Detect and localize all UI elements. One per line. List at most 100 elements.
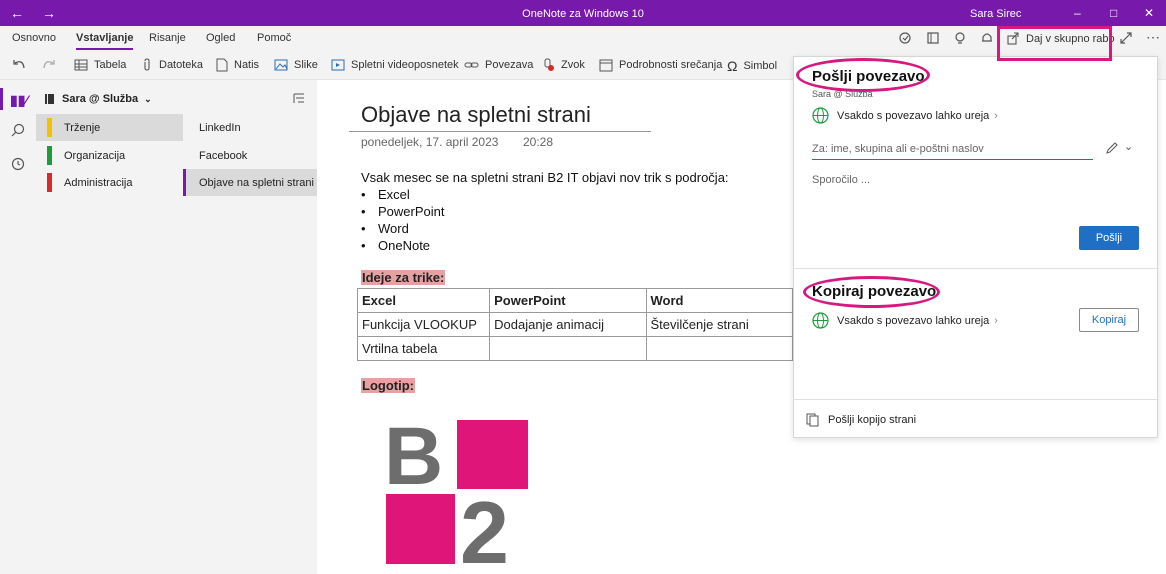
record-audio-button[interactable]: Zvok bbox=[541, 58, 585, 72]
undo-icon[interactable] bbox=[11, 57, 27, 76]
send-button[interactable]: Pošlji bbox=[1079, 226, 1139, 250]
table-header-cell[interactable]: Excel bbox=[356, 288, 491, 313]
tab-risanje[interactable]: Risanje bbox=[149, 32, 186, 44]
permission-text: Vsakdo s povezavo lahko ureja bbox=[837, 109, 990, 122]
table-header-row: Excel PowerPoint Word bbox=[356, 288, 794, 313]
notebook-icon bbox=[44, 93, 55, 108]
minimize-icon[interactable]: – bbox=[1074, 6, 1081, 20]
section-item-organizacija[interactable]: Organizacija bbox=[36, 142, 183, 169]
meeting-details-button[interactable]: Podrobnosti srečanja bbox=[599, 58, 722, 72]
bullet-item[interactable]: PowerPoint bbox=[361, 204, 445, 219]
pencil-icon[interactable] bbox=[1105, 141, 1119, 158]
chevron-right-icon: › bbox=[994, 314, 998, 327]
page-list: LinkedIn Facebook Objave na spletni stra… bbox=[183, 114, 317, 574]
table-cell[interactable] bbox=[645, 336, 794, 361]
bullet-item[interactable]: Excel bbox=[361, 187, 410, 202]
permission-text: Vsakdo s povezavo lahko ureja bbox=[837, 314, 990, 327]
navigation-bar: ▮▮⁄ bbox=[0, 80, 36, 574]
globe-icon bbox=[812, 107, 829, 124]
close-icon[interactable]: ✕ bbox=[1144, 6, 1154, 20]
table-row: Funkcija VLOOKUP Dodajanje animacij Štev… bbox=[356, 312, 794, 337]
copy-permission-link[interactable]: Vsakdo s povezavo lahko ureja › bbox=[812, 312, 998, 329]
table-header-cell[interactable]: Word bbox=[645, 288, 794, 313]
table-cell[interactable]: Funkcija VLOOKUP bbox=[356, 312, 491, 337]
table-cell[interactable]: Vrtilna tabela bbox=[356, 336, 491, 361]
ideas-table[interactable]: Excel PowerPoint Word Funkcija VLOOKUP D… bbox=[356, 288, 794, 361]
copy-button[interactable]: Kopiraj bbox=[1079, 308, 1139, 332]
insert-online-video-button[interactable]: Spletni videoposnetek bbox=[331, 58, 459, 72]
section-color-tab bbox=[47, 118, 52, 137]
insert-link-button[interactable]: Povezava bbox=[464, 58, 533, 72]
table-icon bbox=[74, 59, 88, 71]
insert-table-button[interactable]: Tabela bbox=[74, 58, 126, 72]
tab-ogled[interactable]: Ogled bbox=[206, 32, 235, 44]
menu-bar: Osnovno Vstavljanje Risanje Ogled Pomoč … bbox=[0, 26, 1166, 52]
bell-icon[interactable] bbox=[980, 31, 994, 48]
sort-pages-icon[interactable] bbox=[292, 92, 305, 107]
send-link-highlight bbox=[796, 58, 930, 92]
table-header-cell[interactable]: PowerPoint bbox=[489, 288, 647, 313]
image-icon bbox=[274, 59, 288, 71]
section-item-trzenje[interactable]: Trženje bbox=[36, 114, 183, 141]
page-item-linkedin[interactable]: LinkedIn bbox=[183, 114, 317, 141]
page-title[interactable]: Objave na spletni strani bbox=[361, 102, 591, 128]
panel-divider bbox=[794, 399, 1159, 400]
table-cell[interactable]: Dodajanje animacij bbox=[489, 312, 647, 337]
bullet-item[interactable]: OneNote bbox=[361, 238, 430, 253]
title-bar: ← → OneNote za Windows 10 Sara Sirec – □… bbox=[0, 0, 1166, 26]
recent-notes-icon[interactable] bbox=[11, 157, 25, 176]
microphone-icon bbox=[544, 58, 554, 71]
send-permission-link[interactable]: Vsakdo s povezavo lahko ureja › bbox=[812, 107, 998, 124]
page-time: 20:28 bbox=[523, 135, 554, 149]
share-panel: Pošlji povezavo Sara @ Služba Vsakdo s p… bbox=[793, 56, 1159, 438]
copy-page-icon bbox=[806, 413, 819, 427]
b2-logo-image[interactable]: B 2 bbox=[384, 418, 530, 566]
omega-icon: Ω bbox=[727, 58, 738, 74]
maximize-icon[interactable]: □ bbox=[1110, 6, 1117, 20]
link-icon bbox=[464, 62, 479, 68]
notebook-selector[interactable]: Sara @ Služba ⌄ bbox=[62, 93, 152, 105]
note-canvas[interactable]: Objave na spletni strani ponedeljek, 17.… bbox=[317, 80, 794, 574]
more-options-icon[interactable]: ⋯ bbox=[1146, 29, 1160, 46]
document-icon bbox=[216, 58, 228, 72]
chevron-down-icon: ⌄ bbox=[144, 93, 152, 104]
bullet-item[interactable]: Word bbox=[361, 221, 409, 236]
logo-heading[interactable]: Logotip: bbox=[361, 378, 415, 393]
panel-divider bbox=[794, 268, 1159, 269]
tab-osnovno[interactable]: Osnovno bbox=[12, 32, 56, 44]
table-cell[interactable]: Številčenje strani bbox=[645, 312, 794, 337]
user-name[interactable]: Sara Sirec bbox=[970, 8, 1021, 20]
insert-file-button[interactable]: Datoteka bbox=[141, 58, 203, 72]
insert-pictures-button[interactable]: Slike bbox=[274, 58, 318, 72]
table-cell[interactable] bbox=[489, 336, 647, 361]
notebook-header: Sara @ Služba ⌄ bbox=[36, 80, 317, 114]
message-input[interactable]: Sporočilo ... bbox=[812, 174, 870, 186]
intro-text[interactable]: Vsak mesec se na spletni strani B2 IT ob… bbox=[361, 170, 729, 185]
chevron-down-icon[interactable]: ⌄ bbox=[1124, 140, 1133, 153]
notebook-name: Sara @ Služba bbox=[62, 93, 139, 105]
redo-icon[interactable] bbox=[41, 57, 57, 76]
tab-pomoc[interactable]: Pomoč bbox=[257, 32, 291, 44]
page-item-objave[interactable]: Objave na spletni strani bbox=[183, 169, 317, 196]
section-item-administracija[interactable]: Administracija bbox=[36, 169, 183, 196]
insert-symbol-button[interactable]: Ω Simbol bbox=[727, 58, 777, 74]
paperclip-icon bbox=[144, 58, 150, 71]
globe-icon bbox=[812, 312, 829, 329]
notebook-icon[interactable] bbox=[926, 31, 940, 48]
calendar-icon bbox=[599, 59, 613, 72]
title-underline bbox=[349, 131, 651, 132]
recipient-input[interactable]: Za: ime, skupina ali e-poštni naslov bbox=[812, 140, 1093, 160]
page-date: ponedeljek, 17. april 2023 bbox=[361, 135, 499, 149]
send-page-copy-button[interactable]: Pošlji kopijo strani bbox=[806, 413, 916, 427]
search-icon[interactable] bbox=[11, 123, 25, 142]
tab-vstavljanje[interactable]: Vstavljanje bbox=[76, 32, 134, 50]
notebooks-icon[interactable]: ▮▮⁄ bbox=[10, 92, 28, 109]
ideas-heading[interactable]: Ideje za trike: bbox=[361, 270, 446, 285]
sync-icon[interactable] bbox=[898, 31, 912, 48]
page-item-facebook[interactable]: Facebook bbox=[183, 142, 317, 169]
expand-icon[interactable] bbox=[1119, 31, 1133, 48]
lightbulb-icon[interactable] bbox=[953, 31, 967, 48]
nav-selection-indicator bbox=[0, 88, 3, 110]
insert-printout-button[interactable]: Natis bbox=[216, 58, 259, 72]
copy-link-highlight bbox=[803, 276, 940, 308]
